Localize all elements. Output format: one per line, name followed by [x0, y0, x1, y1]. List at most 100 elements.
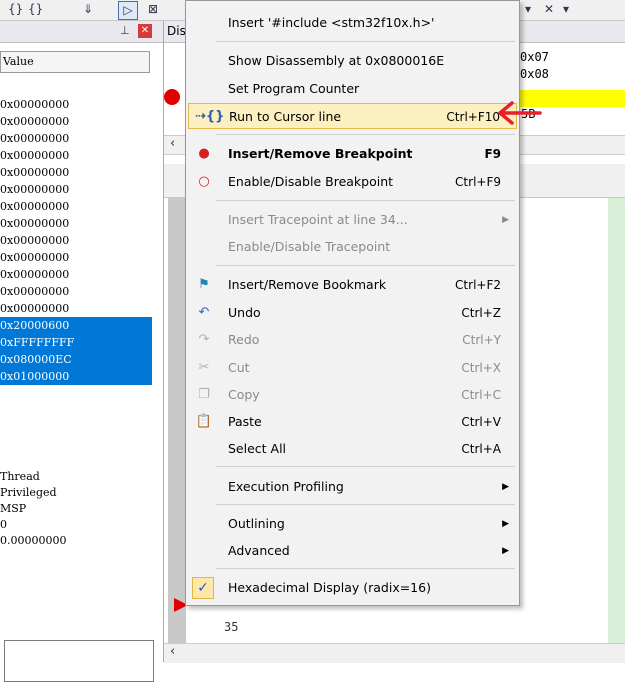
sec-row[interactable]: 0.00000000 [0, 533, 152, 549]
menu-separator [216, 504, 515, 505]
panel-bottom-box[interactable] [4, 640, 154, 682]
step-into-icon[interactable]: {} [8, 1, 23, 18]
register-row[interactable]: 0x00000000 [0, 300, 152, 317]
breakpoint-icon[interactable] [164, 89, 180, 105]
disassembly-window-icon[interactable]: ⊠ [144, 1, 162, 18]
close-icon[interactable]: ✕ [138, 24, 152, 38]
register-row-selected[interactable]: 0xFFFFFFFF [0, 334, 152, 351]
menu-item-shortcut: Ctrl+V [461, 415, 501, 429]
register-row[interactable]: 0x00000000 [0, 232, 152, 249]
menu-item-shortcut: Ctrl+F9 [455, 175, 501, 189]
menu-separator [216, 568, 515, 569]
menu-item-label: Outlining [228, 516, 285, 531]
editor-horizontal-scrollbar[interactable]: ‹ [164, 643, 625, 663]
disassembly-line: 0x07 [520, 50, 549, 64]
register-row[interactable]: 0x00000000 [0, 283, 152, 300]
register-row[interactable]: 0x00000000 [0, 249, 152, 266]
menu-item-set-program-counter[interactable]: Set Program Counter [188, 76, 517, 102]
scroll-left-icon[interactable]: ‹ [170, 644, 175, 659]
menu-item-insert-tracepoint[interactable]: Insert Tracepoint at line 34... ▶ [188, 207, 517, 233]
menu-item-label: Enable/Disable Tracepoint [228, 239, 391, 254]
menu-item-label: Cut [228, 360, 250, 375]
menu-item-label: Insert '#include <stm32f10x.h>' [228, 15, 435, 30]
menu-item-outlining[interactable]: Outlining ▶ [188, 511, 517, 537]
disassembly-line: 0x08 [520, 67, 549, 81]
menu-item-insert-include[interactable]: Insert '#include <stm32f10x.h>' [188, 10, 517, 36]
menu-item-shortcut: Ctrl+F2 [455, 278, 501, 292]
scroll-left-icon[interactable]: ‹ [170, 136, 175, 151]
dropdown-chevron-icon[interactable]: ▾ [520, 1, 536, 18]
menu-item-shortcut: Ctrl+Y [462, 333, 501, 347]
menu-item-select-all[interactable]: Select All Ctrl+A [188, 436, 517, 462]
menu-item-label: Select All [228, 441, 287, 456]
menu-item-hexadecimal-display[interactable]: ✓ Hexadecimal Display (radix=16) [188, 575, 517, 601]
menu-item-insert-remove-bookmark[interactable]: ⚑ Insert/Remove Bookmark Ctrl+F2 [188, 272, 517, 298]
register-row[interactable]: 0x00000000 [0, 130, 152, 147]
privilege-row[interactable]: Privileged [0, 485, 152, 501]
register-row[interactable]: 0x00000000 [0, 147, 152, 164]
step-out-icon[interactable]: ⇓ [80, 1, 96, 18]
submenu-arrow-icon: ▶ [502, 215, 509, 225]
register-row-selected[interactable]: 0x080000EC [0, 351, 152, 368]
menu-separator [216, 200, 515, 201]
value-column-header[interactable]: Value [0, 51, 150, 73]
menu-item-show-disassembly[interactable]: Show Disassembly at 0x0800016E [188, 48, 517, 74]
register-row[interactable]: 0x00000000 [0, 215, 152, 232]
pin-icon[interactable]: ⊥ [120, 24, 130, 37]
register-row[interactable]: 0x00000000 [0, 181, 152, 198]
coverage-stripe [608, 198, 625, 644]
menu-separator [216, 466, 515, 467]
register-row[interactable]: 0x00000000 [0, 113, 152, 130]
menu-separator [216, 41, 515, 42]
menu-item-label: Insert/Remove Breakpoint [228, 146, 413, 161]
menu-item-insert-remove-breakpoint[interactable]: ● Insert/Remove Breakpoint F9 [188, 141, 517, 167]
register-row[interactable]: 0x00000000 [0, 198, 152, 215]
redo-icon: ↷ [198, 332, 210, 347]
editor-gutter[interactable] [168, 198, 186, 644]
menu-item-shortcut: Ctrl+X [461, 361, 501, 375]
menu-item-cut[interactable]: ✂ Cut Ctrl+X [188, 355, 517, 381]
checkmark-icon: ✓ [192, 577, 214, 599]
menu-separator [216, 265, 515, 266]
register-row[interactable]: 0x00000000 [0, 266, 152, 283]
menu-item-shortcut: Ctrl+Z [461, 306, 501, 320]
menu-item-paste[interactable]: 📋 Paste Ctrl+V [188, 409, 517, 435]
menu-item-label: Paste [228, 414, 262, 429]
stack-row[interactable]: MSP [0, 501, 152, 517]
menu-item-enable-disable-breakpoint[interactable]: ○ Enable/Disable Breakpoint Ctrl+F9 [188, 169, 517, 195]
register-row[interactable]: 0x00000000 [0, 164, 152, 181]
register-value-list: 0x00000000 0x00000000 0x00000000 0x00000… [0, 96, 152, 385]
menu-item-redo[interactable]: ↷ Redo Ctrl+Y [188, 327, 517, 353]
annotation-arrow-icon [498, 101, 542, 125]
menu-item-execution-profiling[interactable]: Execution Profiling ▶ [188, 474, 517, 500]
menu-item-shortcut: F9 [484, 147, 501, 161]
states-row[interactable]: 0 [0, 517, 152, 533]
submenu-arrow-icon: ▶ [502, 482, 509, 492]
menu-item-shortcut: Ctrl+F10 [446, 110, 500, 124]
menu-item-shortcut: Ctrl+A [461, 442, 501, 456]
menu-item-label: Redo [228, 332, 260, 347]
mode-row[interactable]: Thread [0, 469, 152, 485]
submenu-arrow-icon: ▶ [502, 546, 509, 556]
menu-item-copy[interactable]: ❐ Copy Ctrl+C [188, 382, 517, 408]
menu-item-shortcut: Ctrl+C [461, 388, 501, 402]
menu-item-run-to-cursor[interactable]: ⇢{} Run to Cursor line Ctrl+F10 [188, 103, 517, 129]
menu-item-enable-disable-tracepoint[interactable]: Enable/Disable Tracepoint [188, 234, 517, 260]
disassembly-title: Dis [167, 24, 186, 38]
menu-item-advanced[interactable]: Advanced ▶ [188, 538, 517, 564]
menu-item-label: Enable/Disable Breakpoint [228, 174, 394, 189]
step-over-icon[interactable]: {} [28, 1, 43, 18]
menu-item-label: Insert/Remove Bookmark [228, 277, 387, 292]
menu-item-undo[interactable]: ↶ Undo Ctrl+Z [188, 300, 517, 326]
run-to-cursor-icon[interactable]: ▷ [118, 1, 138, 20]
submenu-arrow-icon: ▶ [502, 519, 509, 529]
register-row-selected[interactable]: 0x01000000 [0, 368, 152, 385]
tools-icon[interactable]: ✕ [540, 1, 558, 18]
tools-dropdown-chevron-icon[interactable]: ▾ [560, 1, 572, 18]
menu-item-label: Undo [228, 305, 261, 320]
breakpoint-outline-icon: ○ [198, 174, 210, 189]
menu-item-label: Run to Cursor line [229, 109, 342, 124]
register-row-selected[interactable]: 0x20000600 [0, 317, 152, 334]
undo-icon: ↶ [198, 305, 210, 320]
register-row[interactable]: 0x00000000 [0, 96, 152, 113]
